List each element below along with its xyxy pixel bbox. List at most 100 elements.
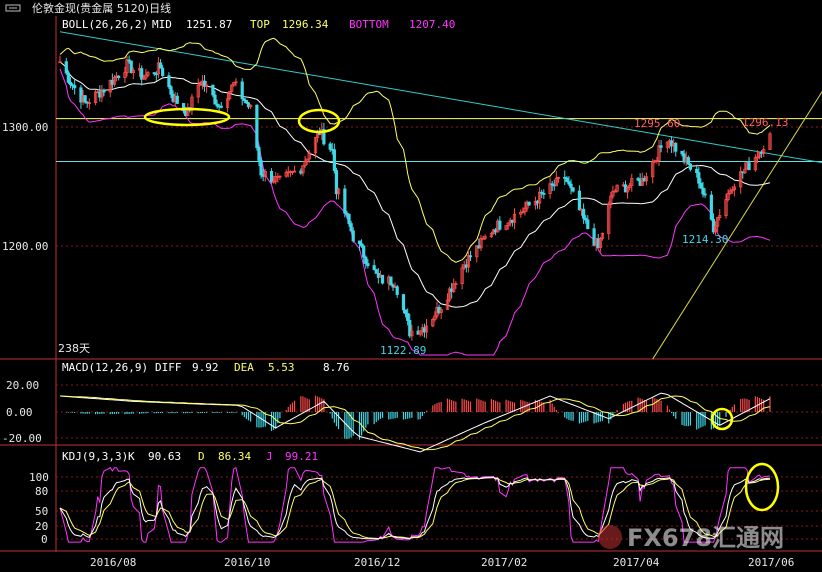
boll-bottom-line — [59, 68, 771, 356]
candle-body — [219, 105, 223, 108]
boll-top-label: TOP — [250, 18, 270, 31]
boll-bottom-label: BOTTOM — [349, 18, 389, 31]
y-tick-1300: 1300.00 — [2, 121, 48, 134]
macd-legend: MACD(12,26,9) DIFF 9.92 DEA 5.53 8.76 — [62, 361, 350, 374]
candle-body — [73, 85, 77, 89]
candle-body — [586, 219, 590, 230]
candle-body — [169, 86, 173, 95]
candle-body — [66, 72, 70, 83]
candle-body — [366, 263, 370, 266]
candle-body — [468, 255, 473, 258]
candle-body — [328, 143, 332, 150]
title-bar: 伦敦金现(贵金属 5120)日线 — [0, 0, 822, 16]
candle-body — [332, 149, 336, 171]
candle-body — [175, 95, 179, 104]
macd-dea-value: 5.53 — [268, 361, 295, 374]
candle-body — [362, 245, 366, 258]
candle-body — [102, 90, 106, 93]
x-tick-2017-02: 2017/02 — [481, 556, 527, 569]
kdj-k-value: 90.63 — [148, 450, 181, 463]
candle-body — [401, 294, 406, 311]
candle-body — [389, 276, 393, 286]
boll-mid-line — [59, 61, 771, 308]
candle-body — [498, 220, 502, 230]
macd-panel: MACD(12,26,9) DIFF 9.92 DEA 5.53 8.76 20… — [2, 361, 822, 453]
candle-body — [695, 168, 699, 174]
kdj-k-label: K — [128, 450, 135, 463]
candle-body — [701, 187, 705, 195]
macd-dea-label: DEA — [234, 361, 254, 374]
candle-body — [259, 159, 263, 176]
candle-body — [674, 142, 678, 152]
candle-body — [213, 94, 217, 105]
highlight-ellipse-kdj — [744, 462, 780, 512]
candle-body — [688, 163, 693, 170]
macd-tick-neg20: -20.00 — [2, 432, 42, 445]
candle-body — [83, 95, 87, 103]
boll-mid-label: MID — [152, 18, 172, 31]
candle-body — [364, 256, 368, 264]
candle-body — [349, 223, 353, 232]
candle-body — [565, 177, 569, 183]
candle-body — [395, 286, 399, 295]
candle-body — [343, 188, 347, 214]
kdj-tick-0: 0 — [41, 533, 48, 546]
candle-body — [699, 182, 703, 189]
gold-daily-chart: 伦敦金现(贵金属 5120)日线 1300.00 1200.00 238天 BO… — [0, 0, 822, 569]
x-tick-2017-06: 2017/06 — [748, 556, 794, 569]
candle-body — [167, 75, 171, 88]
kdj-indicator-name: KDJ(9,3,3) — [62, 450, 128, 463]
kdj-tick-50: 50 — [35, 505, 48, 518]
candle-body — [161, 67, 165, 77]
macd-layer — [59, 392, 771, 453]
kdj-tick-80: 80 — [35, 485, 48, 498]
annotation-1295: 1295.60 — [634, 117, 680, 130]
candle-body — [269, 171, 274, 183]
period-label: 238天 — [58, 342, 90, 355]
candle-body — [406, 313, 410, 321]
macd-tick-20: 20.00 — [6, 379, 39, 392]
annotation-1296: 1296.13 — [742, 116, 788, 129]
candle-body — [240, 81, 244, 100]
candle-body — [255, 104, 259, 148]
kdj-j-value: 99.21 — [285, 450, 318, 463]
watermark-logo-icon — [598, 525, 622, 549]
watermark-text: FX678汇通网 — [627, 524, 784, 552]
window-title: 伦敦金现(贵金属 5120)日线 — [32, 1, 171, 15]
candle-body — [581, 208, 586, 219]
boll-mid-value: 1251.87 — [186, 18, 232, 31]
candle-body — [64, 61, 68, 74]
price-panel: 1300.00 1200.00 238天 BOLL(26,26,2) MID 1… — [2, 18, 822, 360]
candle-body — [374, 269, 378, 274]
candle-body — [659, 145, 663, 148]
boll-bottom-value: 1207.40 — [409, 18, 455, 31]
kdj-tick-20: 20 — [35, 520, 48, 533]
candle-body — [117, 75, 121, 79]
kdj-j-label: J — [266, 450, 273, 463]
macd-diff-value: 9.92 — [192, 361, 219, 374]
boll-top-line — [59, 37, 771, 263]
x-tick-2016-10: 2016/10 — [224, 556, 270, 569]
highlight-ellipse-nov — [297, 108, 341, 134]
price-grid — [56, 126, 822, 247]
candle-body — [686, 157, 690, 165]
candle-body — [380, 274, 385, 284]
candle-body — [351, 230, 355, 242]
candle-body — [211, 84, 215, 96]
annotation-1122: 1122.89 — [380, 344, 426, 357]
panel-frames — [0, 16, 822, 552]
candle-body — [257, 147, 261, 161]
watermark: FX678汇通网 — [598, 524, 784, 552]
macd-dea-line — [59, 395, 771, 451]
kdj-legend: KDJ(9,3,3) K 90.63 D 86.34 J 99.21 — [62, 450, 318, 463]
x-axis: 2016/08 2016/10 2016/12 2017/02 2017/04 … — [90, 556, 794, 569]
x-tick-2016-08: 2016/08 — [90, 556, 136, 569]
annotation-1214: 1214.30 — [682, 233, 728, 246]
trendline-yellow — [652, 91, 822, 360]
candle-body — [697, 172, 701, 184]
candle-body — [569, 183, 573, 189]
macd-value: 8.76 — [323, 361, 350, 374]
candle-body — [158, 62, 163, 69]
macd-diff-label: DIFF — [155, 361, 182, 374]
x-tick-2016-12: 2016/12 — [354, 556, 400, 569]
